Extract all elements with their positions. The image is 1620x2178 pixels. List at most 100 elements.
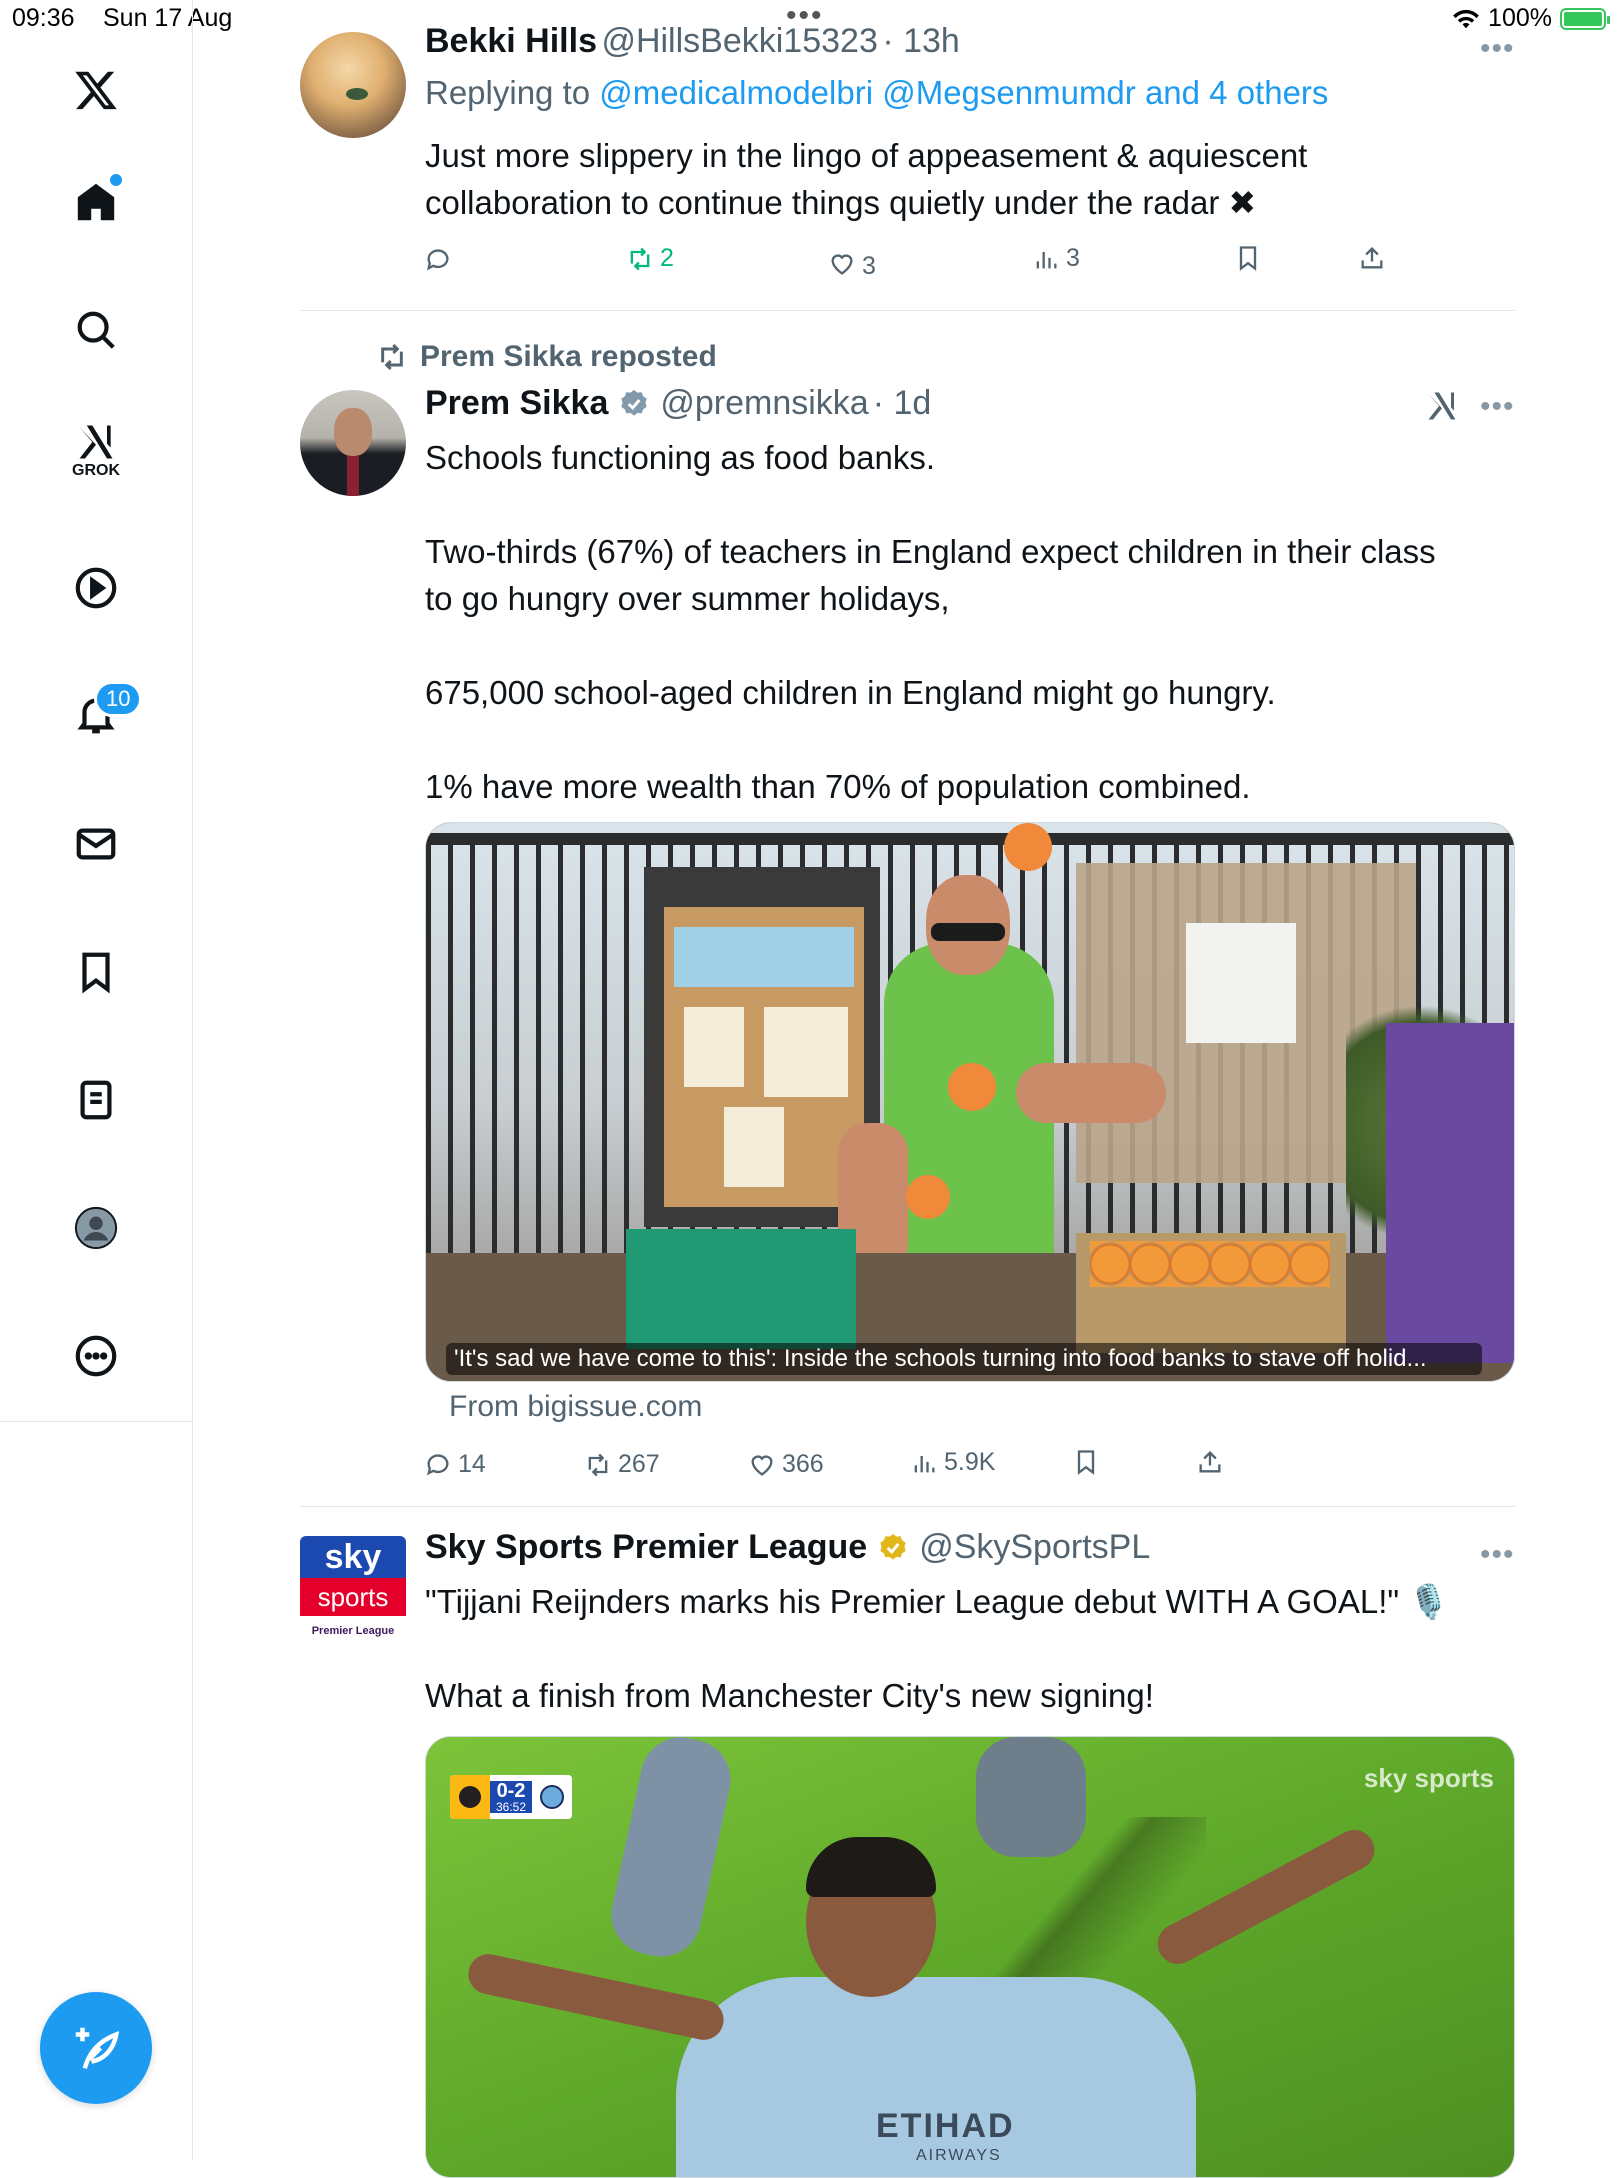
share-icon <box>1199 1451 1221 1473</box>
notifications-badge: 10 <box>94 681 143 717</box>
reply-icon <box>426 249 449 271</box>
repost-icon <box>588 1453 608 1476</box>
bookmark-icon <box>1239 246 1257 271</box>
verified-badge-icon <box>621 389 648 416</box>
grok-icon[interactable]: GROK <box>60 414 132 486</box>
reply-button[interactable]: 14 <box>424 1450 486 1479</box>
tweet-text: Schools functioning as food banks. Two-t… <box>425 439 1436 805</box>
heart-icon <box>831 253 853 275</box>
replying-prefix: Replying to <box>425 74 600 111</box>
avatar-sports-text: sports <box>300 1578 406 1616</box>
views-count: 3 <box>1066 244 1080 272</box>
tweet-header: Prem Sikka @premnsikka · 1d <box>425 384 931 423</box>
author-handle[interactable]: @HillsBekki15323 <box>601 22 877 60</box>
reply-button[interactable] <box>424 246 452 274</box>
repost-count: 2 <box>660 244 674 272</box>
video-media[interactable]: ETIHAD AIRWAYS 0-2 36:52 sky sports <box>425 1736 1515 2178</box>
link-card-caption[interactable]: 'It's sad we have come to this': Inside … <box>446 1343 1482 1375</box>
like-button[interactable]: 3 <box>828 246 876 281</box>
avatar[interactable] <box>300 32 406 138</box>
like-button[interactable]: 366 <box>748 1450 824 1479</box>
tweet-time[interactable]: · 1d <box>873 384 932 423</box>
reply-icon <box>426 1453 449 1475</box>
views-count: 5.9K <box>944 1448 996 1476</box>
views-button[interactable]: 5.9K <box>910 1448 995 1477</box>
more-icon[interactable]: ••• <box>1480 1538 1515 1572</box>
bookmark-icon <box>1077 1450 1095 1475</box>
bookmark-button[interactable] <box>1234 244 1262 272</box>
tweet-separator <box>300 1506 1515 1507</box>
avatar-footer-text: Premier League <box>311 1625 395 1637</box>
views-chart-icon <box>914 1455 935 1472</box>
like-count: 366 <box>782 1450 824 1478</box>
more-options-icon[interactable] <box>60 1320 132 1392</box>
score-box: 0-2 36:52 <box>490 1780 533 1814</box>
grok-explain-icon[interactable] <box>1424 388 1460 429</box>
repost-indicator: Prem Sikka reposted <box>376 340 717 374</box>
author-name[interactable]: Bekki Hills <box>425 22 597 60</box>
author-name[interactable]: Prem Sikka <box>425 384 608 423</box>
repost-label[interactable]: Prem Sikka reposted <box>420 340 717 374</box>
author-name[interactable]: Sky Sports Premier League <box>425 1528 867 1567</box>
shirt-sponsor-subtext: AIRWAYS <box>916 2147 1002 2164</box>
more-icon[interactable]: ••• <box>1480 390 1515 424</box>
share-icon <box>1361 247 1383 269</box>
repost-count: 267 <box>618 1450 660 1478</box>
battery-percent: 100% <box>1488 4 1552 32</box>
sidebar-divider <box>0 1421 192 1422</box>
feather-plus-icon <box>75 2027 120 2069</box>
tweet-separator <box>300 310 1515 311</box>
heart-icon <box>751 1454 773 1476</box>
tweet-header: Bekki Hills @HillsBekki15323 · 13h <box>425 22 960 61</box>
score-text: 0-2 <box>496 1780 526 1802</box>
author-handle[interactable]: @premnsikka <box>660 384 868 423</box>
search-icon[interactable] <box>60 294 132 366</box>
tweet-time[interactable]: · 13h <box>882 22 960 60</box>
repost-button[interactable]: 267 <box>584 1450 660 1479</box>
repost-icon <box>381 343 403 371</box>
match-clock: 36:52 <box>496 1800 527 1814</box>
man-city-crest-icon <box>532 1775 573 1819</box>
bookmark-button[interactable] <box>1072 1448 1100 1476</box>
status-indicators: 100% <box>1452 4 1610 33</box>
shirt-sponsor-text: ETIHAD <box>876 2107 1015 2145</box>
views-button[interactable]: 3 <box>1032 244 1080 273</box>
x-logo-icon[interactable] <box>60 54 132 126</box>
like-count: 3 <box>862 252 876 280</box>
more-icon[interactable]: ••• <box>1480 32 1515 66</box>
reply-count: 14 <box>458 1450 486 1478</box>
share-button[interactable] <box>1196 1448 1224 1476</box>
messages-envelope-icon[interactable] <box>60 808 132 880</box>
battery-icon <box>1560 7 1610 30</box>
wifi-icon <box>1453 9 1479 28</box>
video-icon[interactable] <box>60 552 132 624</box>
avatar-sky-text: sky <box>300 1536 406 1578</box>
wolves-crest-icon <box>450 1775 490 1819</box>
bookmarks-icon[interactable] <box>60 936 132 1008</box>
views-chart-icon <box>1036 251 1057 268</box>
tweet-text: "Tijjani Reijnders marks his Premier Lea… <box>425 1583 1450 1714</box>
compose-post-button[interactable] <box>40 1992 152 2104</box>
home-unread-dot <box>110 174 122 186</box>
tweet-header: Sky Sports Premier League @SkySportsPL <box>425 1528 1150 1567</box>
link-card-image[interactable]: 'It's sad we have come to this': Inside … <box>425 822 1515 1382</box>
lists-icon[interactable] <box>60 1064 132 1136</box>
profile-avatar-icon[interactable] <box>60 1192 132 1264</box>
replying-to: Replying to @medicalmodelbri @Megsenmumd… <box>425 74 1328 112</box>
scoreboard: 0-2 36:52 <box>450 1775 573 1819</box>
home-icon[interactable] <box>60 166 132 238</box>
author-handle[interactable]: @SkySportsPL <box>919 1528 1150 1567</box>
link-card-source[interactable]: From bigissue.com <box>449 1390 702 1424</box>
avatar[interactable] <box>300 390 406 496</box>
replying-to-link[interactable]: @medicalmodelbri @Megsenmumdr and 4 othe… <box>599 74 1328 111</box>
avatar[interactable]: sky sports Premier League <box>300 1536 406 1646</box>
share-button[interactable] <box>1358 244 1386 272</box>
verified-gold-badge-icon <box>880 1533 906 1560</box>
sidebar: GROK 10 <box>0 0 193 2160</box>
sky-sports-watermark: sky sports <box>1363 1763 1494 1793</box>
repost-button[interactable]: 2 <box>626 244 674 273</box>
tweet-text: Just more slippery in the lingo of appea… <box>425 137 1308 221</box>
repost-icon <box>630 247 650 270</box>
notifications-bell-icon[interactable]: 10 <box>60 678 143 750</box>
grok-label: GROK <box>72 462 120 479</box>
